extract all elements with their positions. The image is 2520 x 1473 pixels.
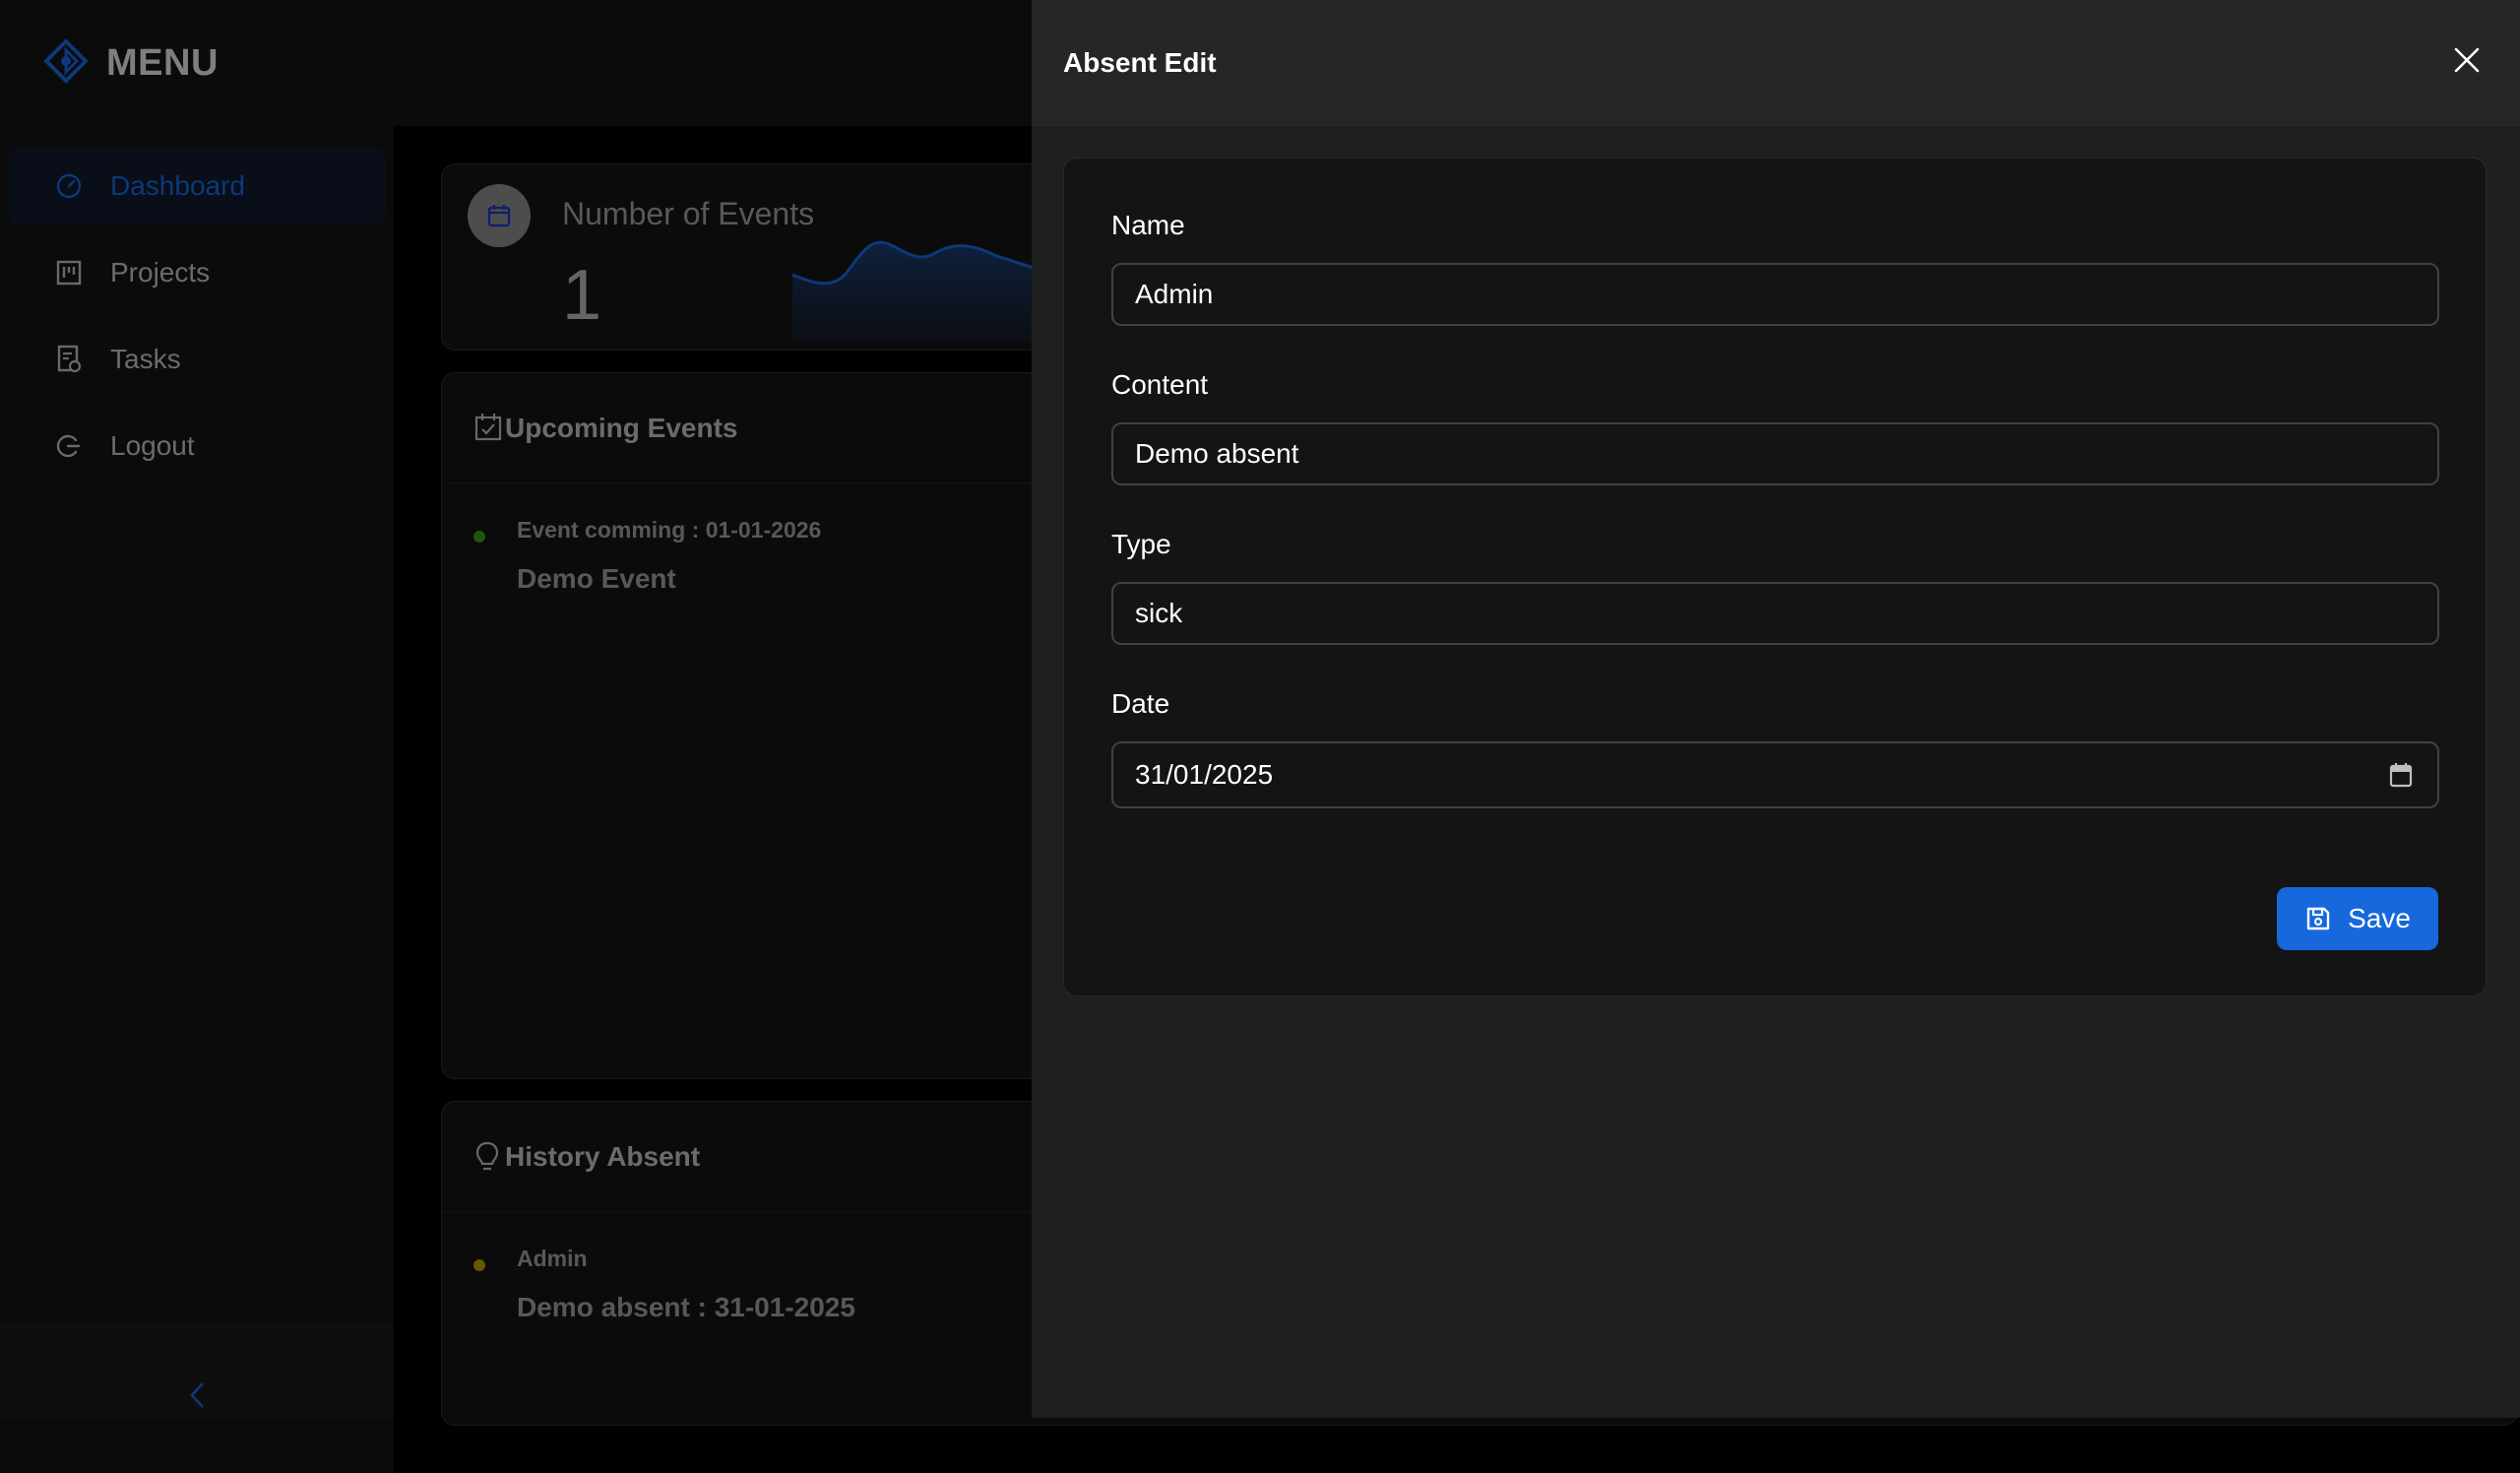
absent-edit-drawer: Absent Edit Name Content Type Date [1032,0,2520,1418]
date-field-group: Date [1111,684,2439,808]
app-root: Dashboard Projects Tasks Logout MENU Num… [0,0,2520,1473]
save-icon [2304,905,2332,932]
type-label: Type [1111,529,1171,559]
drawer-header: Absent Edit [1032,0,2520,126]
save-button[interactable]: Save [2277,887,2438,950]
name-field-group: Name [1111,206,2439,326]
date-picker [1111,741,2439,808]
save-button-label: Save [2348,903,2411,933]
close-icon [2453,46,2481,79]
type-field-group: Type [1111,525,2439,645]
calendar-picker-icon[interactable] [2388,761,2414,789]
name-label: Name [1111,210,1185,240]
content-label: Content [1111,369,1209,400]
name-input[interactable] [1111,263,2439,326]
content-field-group: Content [1111,365,2439,485]
absent-edit-form: Name Content Type Date [1063,158,2487,996]
close-button[interactable] [2445,41,2488,85]
content-input[interactable] [1111,422,2439,485]
type-input[interactable] [1111,582,2439,645]
date-input[interactable] [1111,741,2439,808]
date-label: Date [1111,688,1170,719]
drawer-title: Absent Edit [1063,46,1217,78]
